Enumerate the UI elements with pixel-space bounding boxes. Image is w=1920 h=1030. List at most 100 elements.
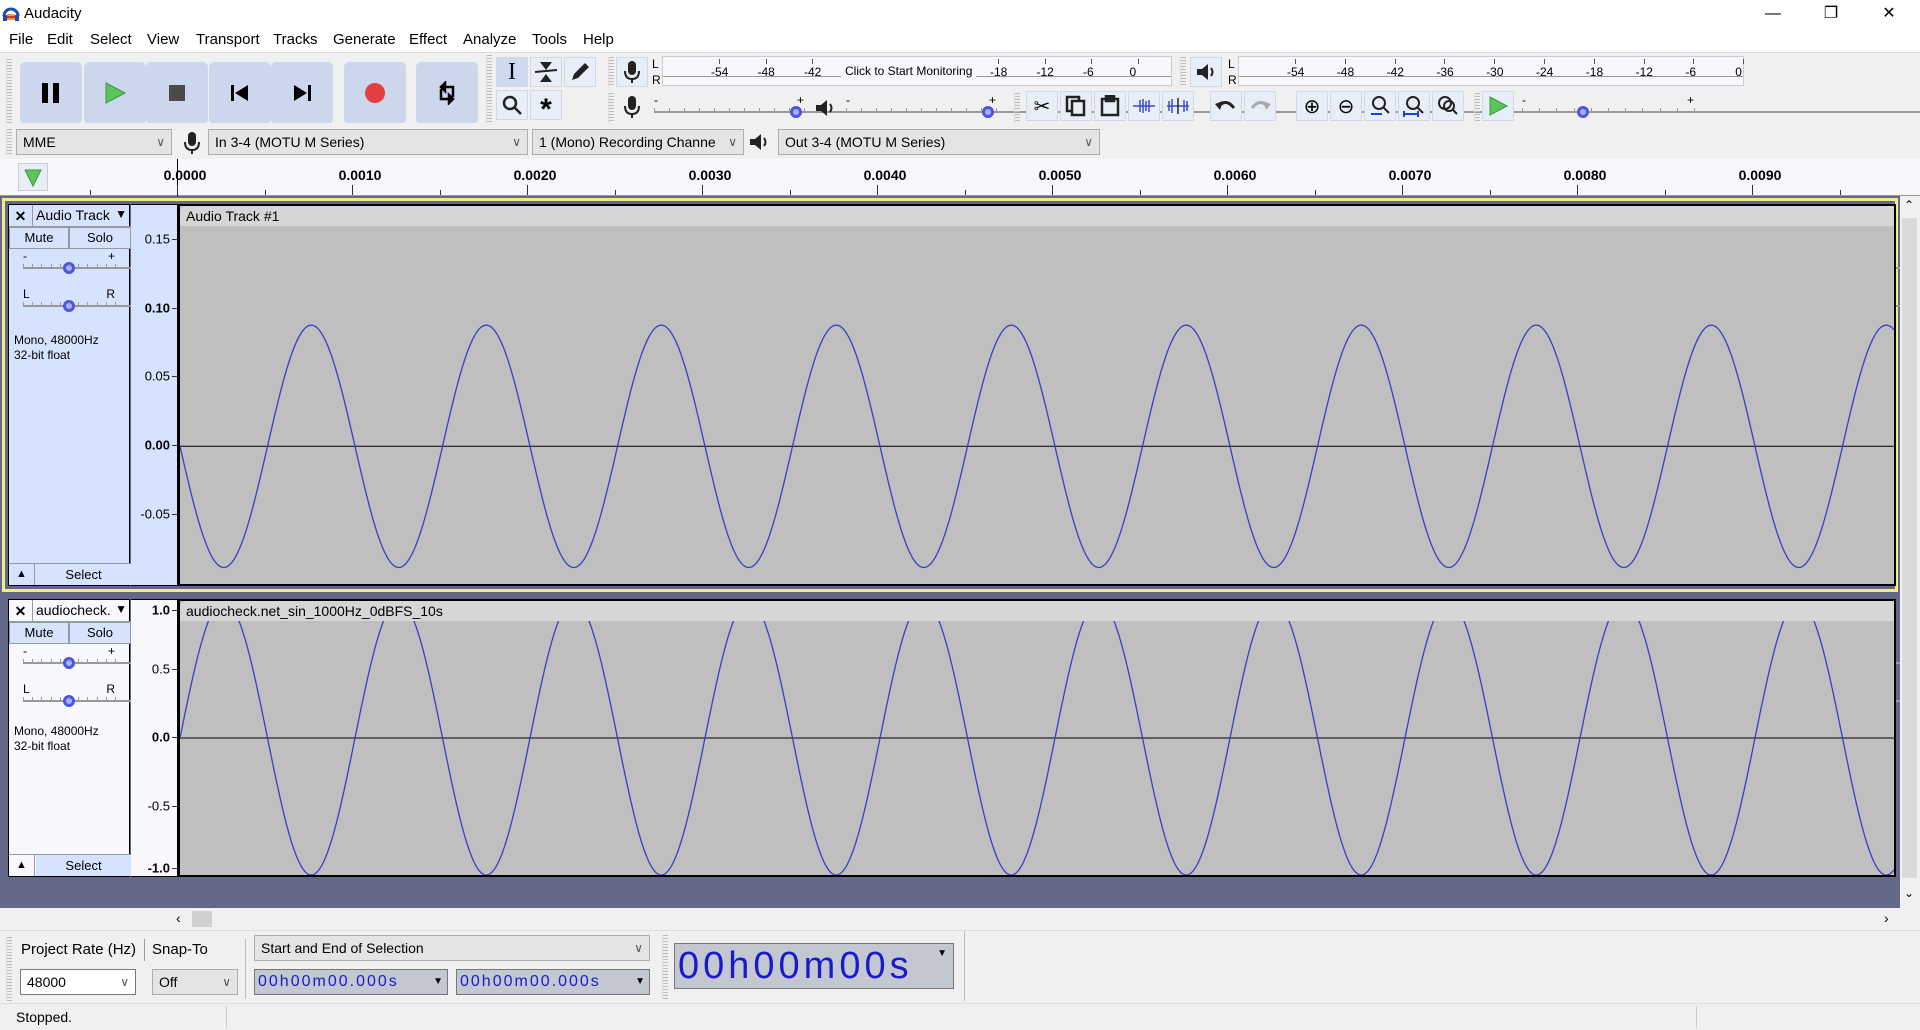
select-track-button[interactable]: Select	[36, 855, 131, 876]
zoom-toggle-button[interactable]	[1432, 91, 1464, 121]
triangle-down-icon[interactable]: ▼	[115, 602, 127, 616]
menu-view[interactable]: View	[147, 31, 179, 48]
copy-button[interactable]	[1060, 91, 1092, 121]
clip-name[interactable]: Audio Track #1	[180, 206, 1894, 226]
envelope-tool-button[interactable]	[530, 57, 562, 87]
solo-button[interactable]: Solo	[69, 622, 131, 644]
selection-mode-select[interactable]: Start and End of Selection ∨	[254, 935, 650, 961]
vertical-ruler[interactable]: 1.0 0.5 0.0 -0.5 -1.0	[131, 599, 178, 877]
triangle-down-icon[interactable]: ▼	[115, 207, 127, 221]
close-track-icon[interactable]: ✕	[9, 205, 33, 227]
timeline-options-button[interactable]	[18, 163, 48, 191]
menu-tools[interactable]: Tools	[532, 31, 567, 48]
scroll-right-icon[interactable]: ›	[1884, 910, 1889, 926]
record-meter-button[interactable]	[616, 57, 648, 87]
skip-to-start-button[interactable]	[209, 62, 271, 124]
redo-button[interactable]	[1244, 91, 1276, 121]
tools-toolbar-grip[interactable]	[486, 55, 492, 125]
scrollbar-thumb[interactable]	[1902, 218, 1917, 878]
project-rate-select[interactable]: 48000 ∨	[20, 969, 136, 995]
zoom-in-button[interactable]: ⊕	[1296, 91, 1328, 121]
record-button[interactable]	[344, 62, 406, 124]
record-meter-grip[interactable]	[608, 57, 614, 87]
fit-project-button[interactable]	[1398, 91, 1430, 121]
playback-meter[interactable]: -54 -48 -42 -36 -30 -24 -18 -12 -6 0	[1238, 56, 1745, 86]
gain-slider[interactable]: - +	[23, 249, 1915, 277]
transport-toolbar-grip[interactable]	[6, 59, 12, 125]
fit-selection-button[interactable]	[1364, 91, 1396, 121]
menu-transport[interactable]: Transport	[196, 31, 260, 48]
time-toolbar-grip[interactable]	[662, 935, 668, 999]
slider-knob[interactable]	[982, 106, 994, 118]
audio-host-select[interactable]: MME ∨	[16, 129, 172, 155]
caret-down-icon[interactable]: ▼	[433, 970, 445, 994]
output-device-select[interactable]: Out 3-4 (MOTU M Series) ∨	[778, 129, 1100, 155]
trim-audio-button[interactable]	[1128, 91, 1160, 121]
play-at-speed-grip[interactable]	[1474, 93, 1480, 123]
timeline-ruler[interactable]: 0.0000 0.0010 0.0020 0.0030 0.0040 0.0050 0.00…	[0, 159, 1920, 196]
playback-meter-button[interactable]	[1190, 57, 1222, 87]
menu-generate[interactable]: Generate	[333, 31, 396, 48]
zoom-tool-button[interactable]	[496, 90, 528, 120]
minimize-button[interactable]: —	[1744, 0, 1802, 28]
menu-edit[interactable]: Edit	[47, 31, 73, 48]
vertical-ruler[interactable]: 0.15 0.10 0.05 0.00 -0.05	[131, 204, 178, 586]
loop-button[interactable]	[416, 62, 478, 124]
time-display[interactable]: 00h00m00s ▼	[674, 943, 954, 989]
selection-toolbar-grip[interactable]	[6, 937, 12, 1001]
track-name-menu[interactable]: Audio Track	[36, 207, 110, 223]
mute-button[interactable]: Mute	[9, 622, 69, 644]
play-at-speed-button[interactable]	[1482, 91, 1514, 121]
zoom-out-button[interactable]: ⊖	[1330, 91, 1362, 121]
play-button[interactable]	[84, 62, 146, 124]
scrollbar-thumb[interactable]	[192, 911, 212, 927]
menu-select[interactable]: Select	[90, 31, 132, 48]
paste-button[interactable]	[1094, 91, 1126, 121]
scroll-left-icon[interactable]: ‹	[176, 910, 181, 926]
playback-speed-slider[interactable]: - +	[1522, 93, 1920, 121]
play-meter-grip[interactable]	[1180, 57, 1186, 87]
cut-button[interactable]: ✂	[1026, 91, 1058, 121]
restore-button[interactable]: ❐	[1802, 0, 1860, 28]
selection-tool-button[interactable]: I	[496, 57, 528, 87]
skip-to-end-button[interactable]	[271, 62, 333, 124]
horizontal-scrollbar[interactable]: ‹ ›	[0, 908, 1920, 930]
multi-tool-button[interactable]: *	[530, 90, 562, 125]
waveform-area[interactable]: audiocheck.net_sin_1000Hz_0dBFS_10s	[178, 599, 1896, 877]
waveform-area[interactable]: Audio Track #1	[178, 204, 1896, 586]
stop-button[interactable]	[146, 62, 208, 124]
gain-slider[interactable]: - +	[23, 644, 1915, 672]
select-track-button[interactable]: Select	[36, 564, 131, 585]
track-name-menu[interactable]: audiocheck.	[36, 602, 111, 618]
draw-tool-button[interactable]	[564, 57, 596, 87]
slider-knob[interactable]	[790, 106, 802, 118]
menu-file[interactable]: File	[9, 31, 33, 48]
menu-analyze[interactable]: Analyze	[463, 31, 516, 48]
pan-slider[interactable]: L R	[23, 287, 1915, 315]
selection-end-time[interactable]: 00h00m00.000s ▼	[456, 969, 650, 995]
undo-button[interactable]	[1210, 91, 1242, 121]
recording-volume-slider[interactable]: - +	[654, 93, 1920, 121]
mixer-toolbar-grip[interactable]	[608, 93, 614, 123]
playback-volume-slider[interactable]: - +	[846, 93, 1920, 121]
menu-help[interactable]: Help	[583, 31, 614, 48]
collapse-track-icon[interactable]: ▲	[9, 564, 35, 585]
close-track-icon[interactable]: ✕	[9, 600, 33, 622]
silence-audio-button[interactable]	[1162, 91, 1194, 121]
start-monitoring-prompt[interactable]: Click to Start Monitoring	[841, 63, 977, 79]
device-toolbar-grip[interactable]	[6, 129, 12, 155]
audio-track[interactable]: ✕ Audio Track ▼ Mute Solo - + L R Mono, …	[2, 198, 1915, 592]
selection-start-time[interactable]: 00h00m00.000s ▼	[254, 969, 448, 995]
edit-toolbar-grip[interactable]	[1014, 93, 1020, 123]
recording-channels-select[interactable]: 1 (Mono) Recording Channe ∨	[532, 129, 744, 155]
vertical-scrollbar[interactable]: ⌃ ⌄	[1900, 196, 1920, 908]
recording-meter[interactable]: -54 -48 -42 -18 -12 -6 0 Click to Start Monitor…	[662, 56, 1172, 86]
pan-slider[interactable]: L R	[23, 682, 1915, 710]
slider-knob[interactable]	[1577, 106, 1590, 118]
collapse-track-icon[interactable]: ▲	[9, 855, 35, 876]
solo-button[interactable]: Solo	[69, 227, 131, 249]
mute-button[interactable]: Mute	[9, 227, 69, 249]
scroll-up-icon[interactable]: ⌃	[1904, 198, 1914, 212]
menu-effect[interactable]: Effect	[409, 31, 447, 48]
clip-name[interactable]: audiocheck.net_sin_1000Hz_0dBFS_10s	[180, 601, 1894, 621]
